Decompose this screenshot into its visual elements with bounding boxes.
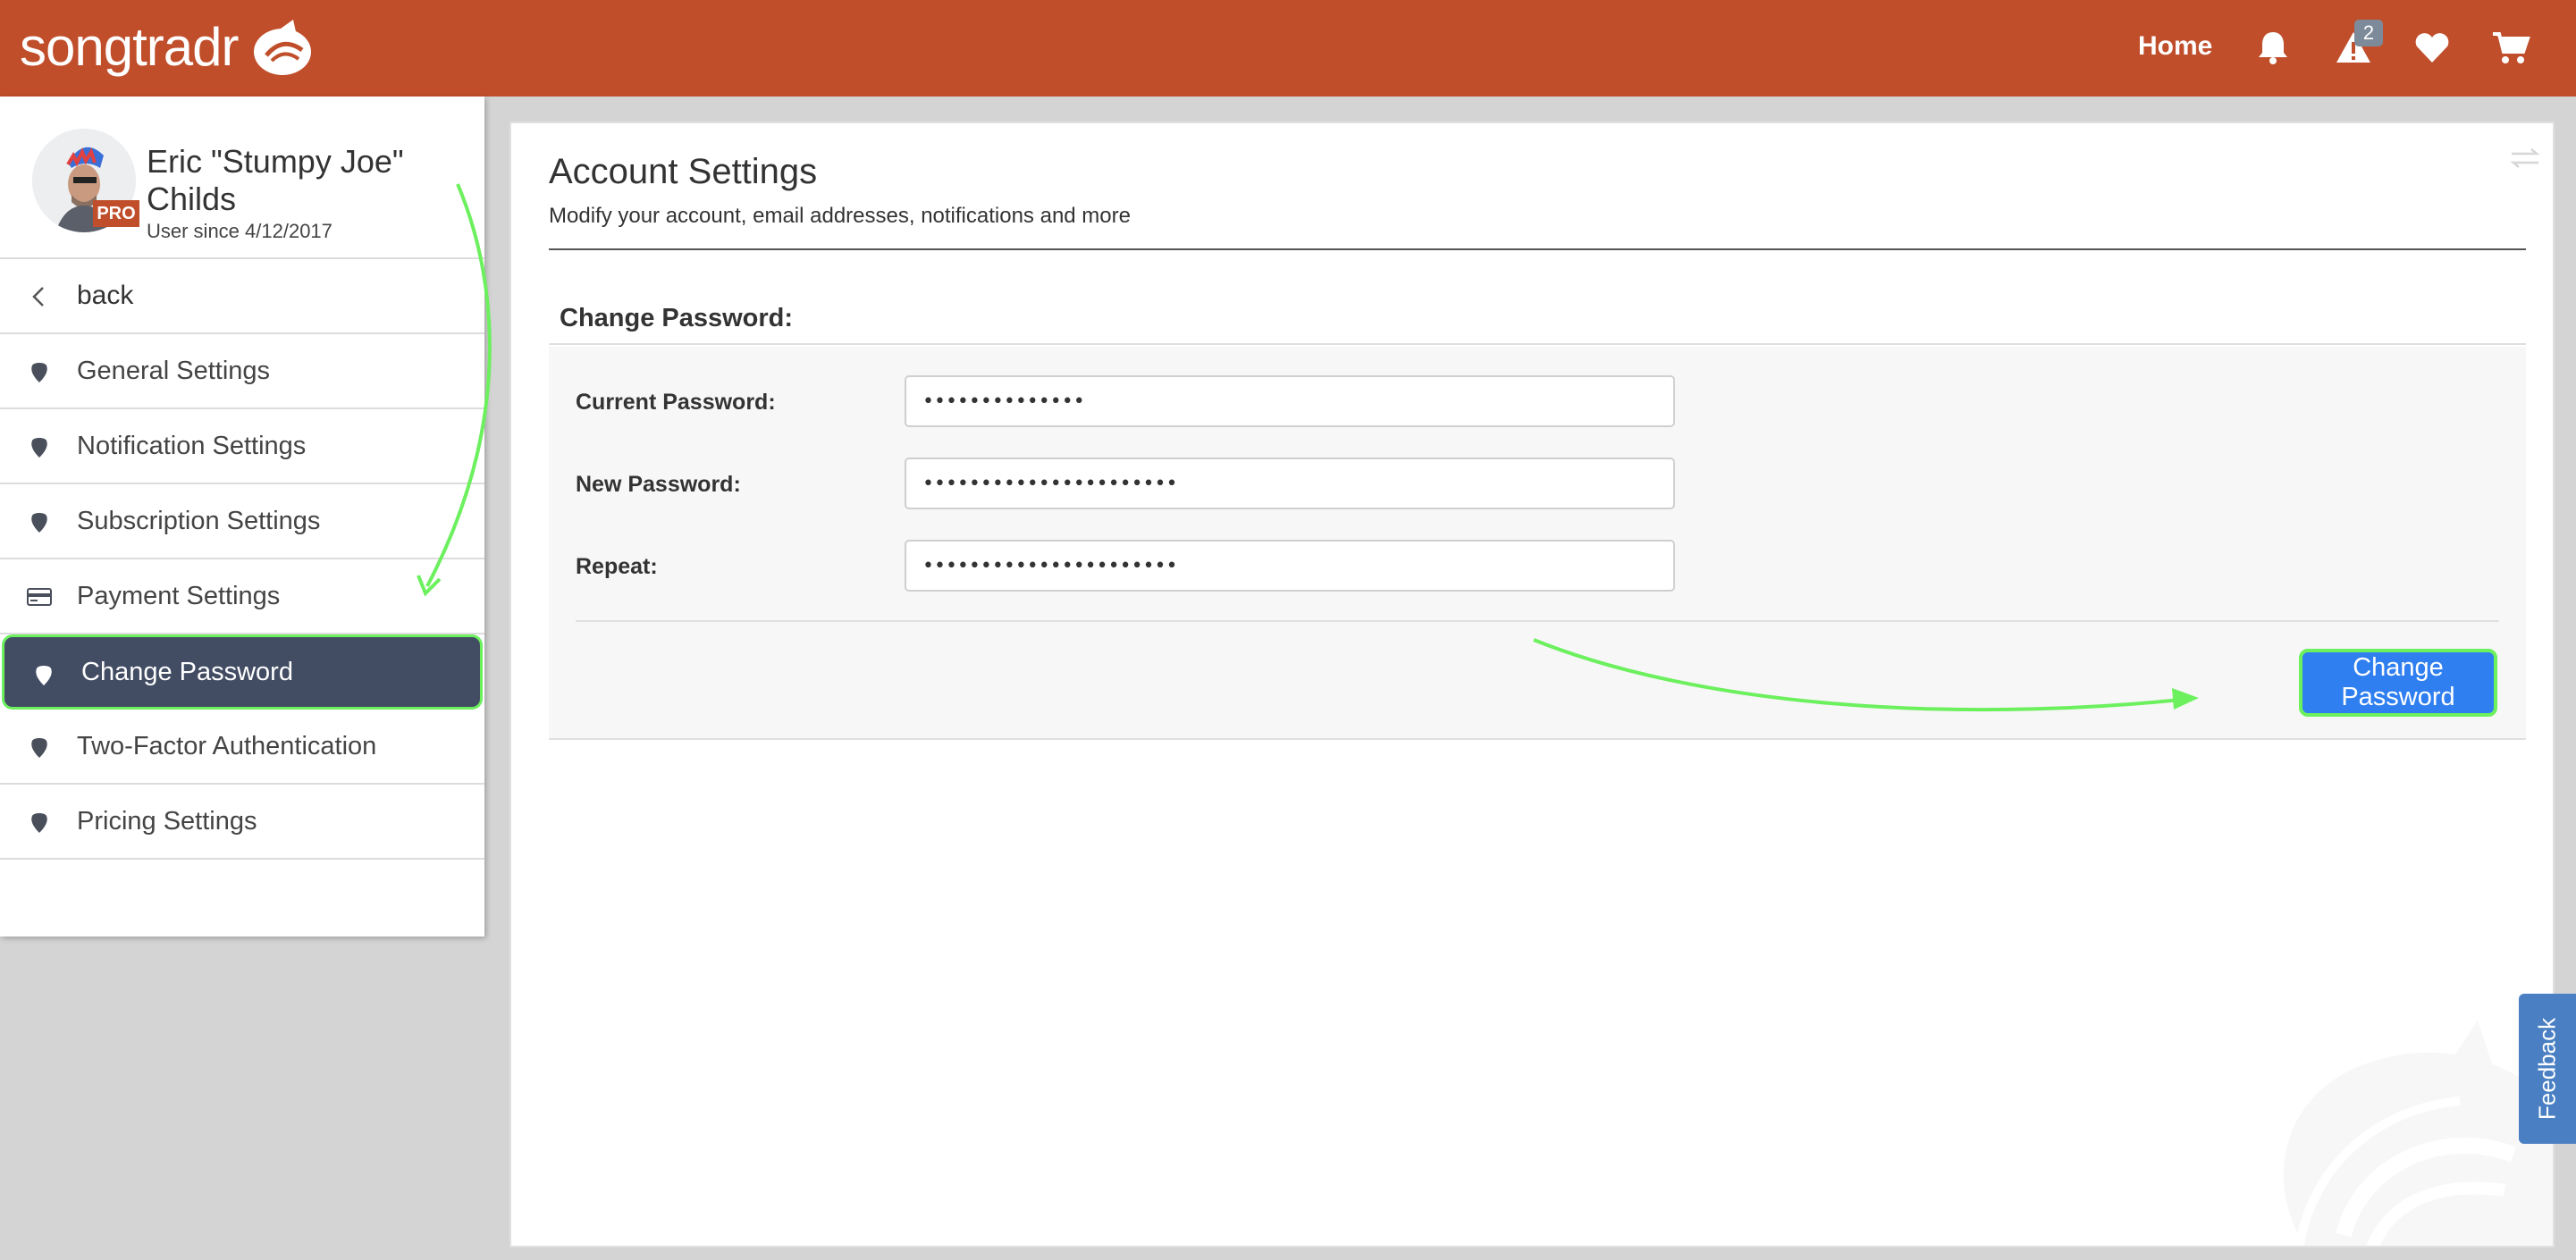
logo-watermark-icon — [2283, 1021, 2553, 1246]
logo-mark-icon — [254, 20, 312, 75]
profile-member-since: User since 4/12/2017 — [147, 220, 333, 242]
sidebar-item-label: Change Password — [81, 657, 293, 686]
pick-icon — [31, 438, 47, 458]
sidebar-item-notification-settings[interactable]: Notification Settings — [0, 409, 484, 484]
current-password-input[interactable] — [905, 375, 1675, 427]
feedback-label: Feedback — [2533, 1017, 2561, 1121]
sidebar-back-label: back — [77, 281, 134, 310]
profile-name: Eric "Stumpy Joe" Childs — [147, 143, 404, 217]
songtradr-logo[interactable]: songtradr — [20, 14, 318, 80]
change-password-section-header: Change Password: — [549, 295, 2526, 345]
bell-icon[interactable] — [2252, 27, 2294, 68]
user-profile-card: PRO Eric "Stumpy Joe" Childs User since … — [0, 97, 484, 259]
form-divider — [576, 620, 2499, 622]
heart-icon[interactable] — [2412, 27, 2453, 68]
chevron-left-icon — [32, 287, 44, 307]
pick-icon — [36, 666, 52, 685]
settings-sidebar: PRO Eric "Stumpy Joe" Childs User since … — [0, 97, 484, 937]
change-password-button[interactable]: Change Password — [2299, 649, 2497, 717]
sidebar-item-label: General Settings — [77, 356, 271, 385]
credit-card-icon — [27, 588, 52, 606]
feedback-tab[interactable]: Feedback — [2519, 994, 2576, 1144]
pick-icon — [31, 813, 47, 833]
change-password-form: Current Password: New Password: Repeat: … — [549, 347, 2526, 740]
sidebar-item-label: Subscription Settings — [77, 506, 321, 535]
section-title: Change Password: — [560, 304, 794, 332]
sidebar-back-link[interactable]: back — [0, 259, 484, 334]
sidebar-item-label: Payment Settings — [77, 581, 281, 610]
sidebar-item-change-password[interactable]: Change Password — [2, 634, 483, 710]
logo-text: songtradr — [20, 17, 239, 77]
sidebar-item-general-settings[interactable]: General Settings — [0, 334, 484, 409]
sidebar-item-pricing-settings[interactable]: Pricing Settings — [0, 785, 484, 860]
pick-icon — [31, 513, 47, 533]
repeat-password-label: Repeat: — [576, 554, 658, 579]
new-password-input[interactable] — [905, 458, 1675, 509]
sidebar-item-two-factor-authentication[interactable]: Two-Factor Authentication — [0, 710, 484, 785]
sidebar-item-label: Notification Settings — [77, 431, 307, 460]
current-password-label: Current Password: — [576, 390, 776, 415]
nav-home-link[interactable]: Home — [2138, 29, 2212, 64]
pick-icon — [31, 363, 47, 382]
alert-count-badge: 2 — [2354, 20, 2383, 46]
sidebar-item-subscription-settings[interactable]: Subscription Settings — [0, 484, 484, 559]
repeat-password-input[interactable] — [905, 540, 1675, 592]
page-title: Account Settings — [549, 152, 818, 191]
swap-arrows-icon[interactable] — [2510, 147, 2540, 170]
sidebar-item-label: Two-Factor Authentication — [77, 731, 377, 760]
page-subtitle: Modify your account, email addresses, no… — [549, 204, 1131, 228]
title-divider — [549, 248, 2526, 250]
pick-icon — [31, 738, 47, 758]
sidebar-item-payment-settings[interactable]: Payment Settings — [0, 559, 484, 634]
cart-icon[interactable] — [2490, 27, 2531, 68]
new-password-label: New Password: — [576, 472, 741, 497]
pro-badge: PRO — [93, 200, 139, 227]
main-content-panel: Account Settings Modify your account, em… — [509, 122, 2555, 1247]
top-navigation-bar: songtradr Home 2 — [0, 0, 2576, 97]
sidebar-item-label: Pricing Settings — [77, 806, 257, 836]
